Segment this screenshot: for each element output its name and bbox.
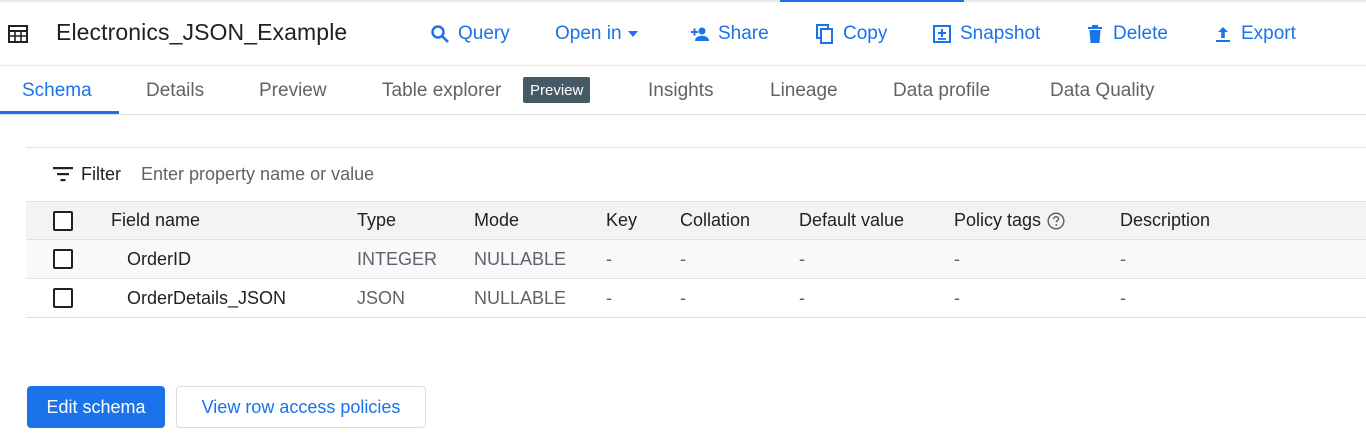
trash-icon bbox=[1088, 25, 1102, 43]
row-checkbox[interactable] bbox=[53, 288, 73, 308]
default-value-cell: - bbox=[799, 287, 805, 308]
snapshot-button[interactable]: Snapshot bbox=[932, 20, 1040, 48]
caret-down-icon bbox=[627, 31, 638, 37]
tab-data-profile[interactable]: Data profile bbox=[893, 67, 990, 114]
policy-tags-cell: - bbox=[954, 248, 960, 269]
column-header-default-value[interactable]: Default value bbox=[799, 202, 904, 239]
column-header-key[interactable]: Key bbox=[606, 202, 637, 239]
share-button[interactable]: Share bbox=[690, 20, 769, 48]
tab-schema[interactable]: Schema bbox=[22, 67, 92, 114]
field-name-cell[interactable]: OrderID bbox=[127, 240, 191, 278]
filter-input[interactable] bbox=[141, 160, 741, 188]
copy-label: Copy bbox=[843, 23, 888, 44]
tab-table-explorer[interactable]: Table explorer bbox=[382, 67, 501, 114]
copy-icon bbox=[816, 24, 833, 44]
collation-cell: - bbox=[680, 248, 686, 269]
open-in-label: Open in bbox=[555, 23, 622, 44]
column-header-collation[interactable]: Collation bbox=[680, 202, 750, 239]
tab-bar: Schema Details Preview Table explorer Pr… bbox=[0, 67, 1366, 115]
mode-cell: NULLABLE bbox=[474, 248, 567, 269]
snapshot-label: Snapshot bbox=[960, 23, 1041, 44]
open-in-button[interactable]: Open in bbox=[555, 20, 638, 48]
column-header-type[interactable]: Type bbox=[357, 202, 396, 239]
field-name-cell[interactable]: OrderDetails_JSON bbox=[127, 279, 286, 317]
preview-badge: Preview bbox=[523, 77, 591, 103]
column-header-policy-tags[interactable]: Policy tags bbox=[954, 202, 1065, 239]
column-header-mode[interactable]: Mode bbox=[474, 202, 519, 239]
copy-button[interactable]: Copy bbox=[815, 20, 887, 48]
table-header-row: Field name Type Mode Key Collation Defau… bbox=[26, 201, 1366, 240]
row-checkbox[interactable] bbox=[53, 249, 73, 269]
help-icon[interactable] bbox=[1047, 211, 1065, 230]
toolbar: Query Open in Share Copy Snapshot Delete… bbox=[0, 2, 1366, 66]
table-row: OrderID INTEGER NULLABLE - - - - - bbox=[26, 240, 1366, 279]
default-value-cell: - bbox=[799, 248, 805, 269]
view-row-access-policies-button[interactable]: View row access policies bbox=[176, 386, 426, 428]
filter-label: Filter bbox=[81, 164, 121, 184]
type-cell: JSON bbox=[357, 287, 406, 308]
edit-schema-button[interactable]: Edit schema bbox=[27, 386, 165, 428]
query-button[interactable]: Query bbox=[430, 20, 510, 48]
export-button[interactable]: Export bbox=[1213, 20, 1296, 48]
select-all-checkbox[interactable] bbox=[53, 211, 73, 231]
tab-lineage[interactable]: Lineage bbox=[770, 67, 838, 114]
mode-cell: NULLABLE bbox=[474, 287, 567, 308]
type-cell: INTEGER bbox=[357, 248, 438, 269]
page-header: Electronics_JSON_Example Query Open in S… bbox=[0, 2, 1366, 66]
upload-icon bbox=[1216, 27, 1230, 42]
delete-label: Delete bbox=[1113, 23, 1168, 44]
policy-tags-cell: - bbox=[954, 287, 960, 308]
filter-bar: Filter bbox=[26, 148, 1366, 201]
description-cell: - bbox=[1120, 287, 1126, 308]
table-row: OrderDetails_JSON JSON NULLABLE - - - - … bbox=[26, 279, 1366, 318]
collation-cell: - bbox=[680, 287, 686, 308]
key-cell: - bbox=[606, 248, 612, 269]
search-icon bbox=[431, 25, 449, 43]
tab-data-quality[interactable]: Data Quality bbox=[1050, 67, 1155, 114]
description-cell: - bbox=[1120, 248, 1126, 269]
active-tab-indicator bbox=[0, 111, 119, 114]
export-label: Export bbox=[1241, 23, 1296, 44]
policy-tags-label: Policy tags bbox=[954, 210, 1042, 230]
query-label: Query bbox=[458, 23, 510, 44]
column-header-field-name[interactable]: Field name bbox=[111, 202, 200, 239]
delete-button[interactable]: Delete bbox=[1085, 20, 1168, 48]
share-label: Share bbox=[718, 23, 769, 44]
tab-insights[interactable]: Insights bbox=[648, 67, 713, 114]
key-cell: - bbox=[606, 287, 612, 308]
tab-details[interactable]: Details bbox=[146, 67, 204, 114]
tab-preview[interactable]: Preview bbox=[259, 67, 327, 114]
schema-panel: Filter Field name Type Mode Key Collatio… bbox=[26, 147, 1366, 318]
snapshot-icon bbox=[933, 25, 951, 43]
person-add-icon bbox=[691, 27, 709, 41]
column-header-description[interactable]: Description bbox=[1120, 202, 1210, 239]
filter-icon bbox=[53, 167, 73, 182]
